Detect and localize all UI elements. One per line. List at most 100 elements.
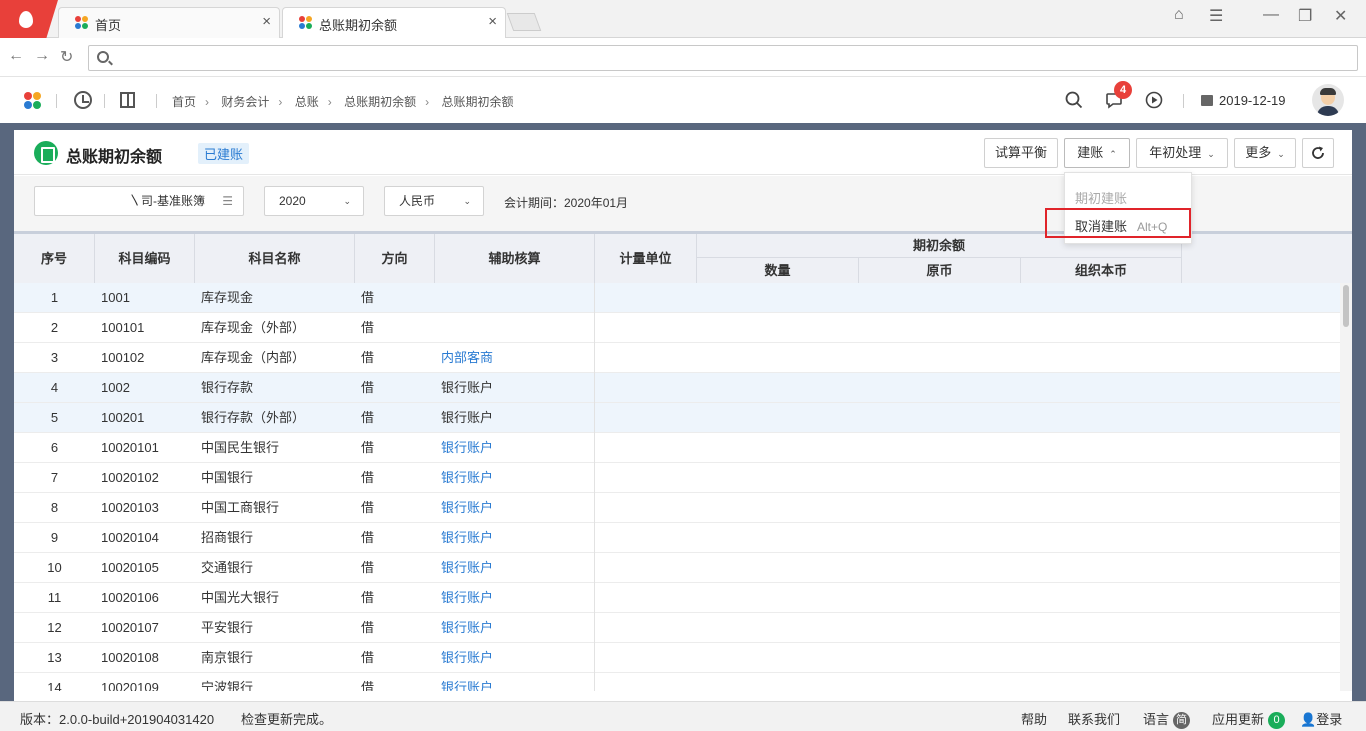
restore-icon[interactable]: ❐ <box>1298 6 1312 26</box>
year-select[interactable]: 2020 ⌄ <box>264 186 364 216</box>
vertical-scrollbar[interactable] <box>1340 283 1352 691</box>
divider <box>56 94 57 108</box>
table-row[interactable]: 1 1001 库存现金 借 <box>14 283 1340 313</box>
currency-select[interactable]: 人民币 ⌄ <box>384 186 484 216</box>
refresh-button[interactable] <box>1302 138 1334 168</box>
app-update-link[interactable]: 应用更新 0 <box>1212 709 1286 730</box>
table-row[interactable]: 6 10020101 中国民生银行 借 银行账户 <box>14 433 1340 463</box>
table-row[interactable]: 5 100201 银行存款（外部） 借 银行账户 <box>14 403 1340 433</box>
cell-seq: 2 <box>50 320 59 335</box>
cell-aux[interactable]: 银行账户 <box>441 643 595 673</box>
close-icon[interactable]: × <box>262 13 271 30</box>
col-seq[interactable]: 序号 <box>14 234 95 283</box>
cell-aux[interactable]: 银行账户 <box>441 553 595 583</box>
page-title: 总账期初余额 <box>66 149 163 166</box>
column-divider <box>594 493 595 523</box>
login-link[interactable]: 👤登录 <box>1300 709 1342 728</box>
current-date: 2019-12-19 <box>1219 93 1286 108</box>
cell-name: 中国民生银行 <box>201 440 280 455</box>
cell-seq: 5 <box>50 410 59 425</box>
cell-aux <box>441 313 595 343</box>
column-divider <box>594 313 595 343</box>
table-row[interactable]: 14 10020109 宁波银行 借 银行账户 <box>14 673 1340 691</box>
tab-label: 总账期初余额 <box>319 18 398 33</box>
table-row[interactable]: 3 100102 库存现金（内部） 借 内部客商 <box>14 343 1340 373</box>
avatar[interactable] <box>1312 84 1344 116</box>
cell-name: 银行存款 <box>201 380 254 395</box>
table-row[interactable]: 8 10020103 中国工商银行 借 银行账户 <box>14 493 1340 523</box>
trial-balance-button[interactable]: 试算平衡 <box>984 138 1058 168</box>
build-button[interactable]: 建账 ⌃ <box>1064 138 1130 168</box>
skin-icon[interactable]: ⌂ <box>1174 6 1184 24</box>
close-window-icon[interactable]: ✕ <box>1334 6 1347 26</box>
app-logo-icon <box>75 16 89 30</box>
cell-seq: 13 <box>47 650 62 665</box>
cell-seq: 11 <box>47 590 62 605</box>
cell-name: 银行存款（外部） <box>201 410 306 425</box>
table-row[interactable]: 13 10020108 南京银行 借 银行账户 <box>14 643 1340 673</box>
year-start-button[interactable]: 年初处理 ⌄ <box>1136 138 1228 168</box>
menu-icon[interactable]: ☰ <box>1209 6 1223 26</box>
cell-aux[interactable]: 内部客商 <box>441 343 595 373</box>
column-divider <box>594 553 595 583</box>
breadcrumb-item[interactable]: 首页 <box>172 95 196 109</box>
cell-direction: 借 <box>361 410 375 425</box>
more-button[interactable]: 更多 ⌄ <box>1234 138 1296 168</box>
col-quantity[interactable]: 数量 <box>697 258 859 283</box>
col-original-currency[interactable]: 原币 <box>859 258 1021 283</box>
contact-link[interactable]: 联系我们 <box>1068 709 1120 728</box>
breadcrumb-item[interactable]: 总账期初余额 <box>344 95 416 109</box>
column-divider <box>594 283 595 313</box>
close-icon[interactable]: × <box>488 13 497 30</box>
chevron-down-icon: ⌄ <box>343 196 351 206</box>
login-label: 登录 <box>1316 712 1343 727</box>
breadcrumb-item[interactable]: 财务会计 <box>221 95 269 109</box>
col-code[interactable]: 科目编码 <box>95 234 195 283</box>
reload-icon[interactable]: ↻ <box>60 47 73 67</box>
address-bar: ← → ↻ <box>0 39 1366 77</box>
language-switch[interactable]: 语言简 <box>1143 709 1191 730</box>
cell-aux[interactable]: 银行账户 <box>441 463 595 493</box>
account-book-select[interactable]: 〵司-基准账簿 ☰ <box>34 186 244 216</box>
table-row[interactable]: 12 10020107 平安银行 借 银行账户 <box>14 613 1340 643</box>
col-name[interactable]: 科目名称 <box>195 234 355 283</box>
cell-aux[interactable]: 银行账户 <box>441 523 595 553</box>
table-row[interactable]: 4 1002 银行存款 借 银行账户 <box>14 373 1340 403</box>
table-row[interactable]: 11 10020106 中国光大银行 借 银行账户 <box>14 583 1340 613</box>
search-icon[interactable] <box>1065 91 1083 109</box>
organization-icon[interactable] <box>120 92 135 108</box>
tab-opening-balance[interactable]: 总账期初余额 × <box>282 7 506 38</box>
app-header: 首页 › 财务会计 › 总账 › 总账期初余额 › 总账期初余额 4 2019-12-1… <box>0 78 1366 123</box>
list-icon[interactable]: ☰ <box>222 187 233 215</box>
refresh-icon <box>1312 146 1324 159</box>
chevron-down-icon: ⌄ <box>1207 149 1215 159</box>
col-unit[interactable]: 计量单位 <box>595 234 697 283</box>
history-icon[interactable] <box>74 91 92 109</box>
cell-seq: 4 <box>50 380 59 395</box>
cell-name: 招商银行 <box>201 530 254 545</box>
cell-aux[interactable]: 银行账户 <box>441 493 595 523</box>
table-row[interactable]: 2 100101 库存现金（外部） 借 <box>14 313 1340 343</box>
back-icon[interactable]: ← <box>8 47 24 65</box>
breadcrumb-item[interactable]: 总账 <box>295 95 319 109</box>
col-aux[interactable]: 辅助核算 <box>435 234 595 283</box>
cell-aux[interactable]: 银行账户 <box>441 673 595 691</box>
app-logo-icon[interactable] <box>24 92 42 110</box>
url-input[interactable] <box>88 45 1358 71</box>
new-tab-button[interactable] <box>506 13 542 31</box>
col-local-currency[interactable]: 组织本币 <box>1021 258 1182 283</box>
cell-aux[interactable]: 银行账户 <box>441 583 595 613</box>
tab-home[interactable]: 首页 × <box>58 7 280 38</box>
play-icon[interactable] <box>1145 91 1163 109</box>
forward-icon[interactable]: → <box>34 47 50 65</box>
col-direction[interactable]: 方向 <box>355 234 435 283</box>
cell-seq: 8 <box>50 500 59 515</box>
minimize-icon[interactable]: — <box>1263 6 1279 24</box>
table-row[interactable]: 7 10020102 中国银行 借 银行账户 <box>14 463 1340 493</box>
table-row[interactable]: 10 10020105 交通银行 借 银行账户 <box>14 553 1340 583</box>
cell-aux[interactable]: 银行账户 <box>441 613 595 643</box>
cell-aux[interactable]: 银行账户 <box>441 433 595 463</box>
help-link[interactable]: 帮助 <box>1021 709 1047 728</box>
scrollbar-thumb[interactable] <box>1343 285 1349 327</box>
table-row[interactable]: 9 10020104 招商银行 借 银行账户 <box>14 523 1340 553</box>
